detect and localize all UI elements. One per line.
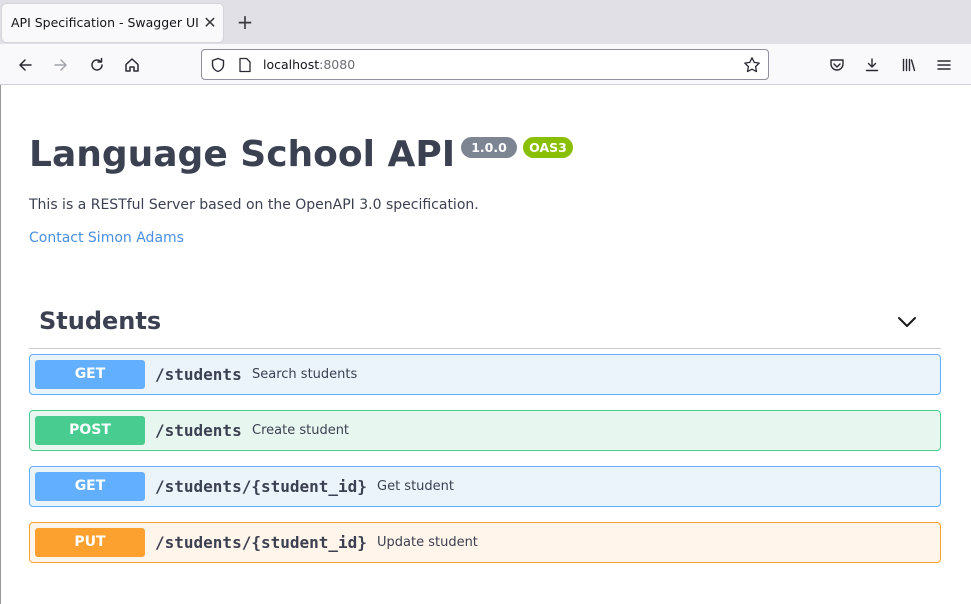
bookmark-star-icon[interactable] <box>743 56 761 78</box>
url-port: :8080 <box>319 57 356 72</box>
page-left-border <box>0 85 1 604</box>
back-arrow-icon[interactable] <box>13 53 37 77</box>
operation-path: /students <box>155 421 242 440</box>
operation-summary: Create student <box>252 423 350 438</box>
method-badge: PUT <box>35 528 145 557</box>
operation-summary: Update student <box>377 535 478 550</box>
api-title: Language School API <box>29 134 456 175</box>
chevron-down-icon[interactable] <box>895 312 919 332</box>
operation-path: /students/{student_id} <box>155 477 367 496</box>
operation-summary: Search students <box>252 367 358 382</box>
library-icon[interactable] <box>897 53 921 77</box>
api-description: This is a RESTful Server based on the Op… <box>29 197 479 213</box>
shield-icon[interactable] <box>210 57 226 77</box>
method-badge: GET <box>35 360 145 389</box>
tab-title: API Specification - Swagger UI <box>11 15 199 30</box>
operation-path: /students/{student_id} <box>155 533 367 552</box>
tag-name: Students <box>39 307 162 335</box>
browser-tab-bar: API Specification - Swagger UI ✕ + <box>0 0 971 44</box>
url-bar[interactable]: localhost:8080 <box>201 49 769 80</box>
url-text[interactable]: localhost:8080 <box>263 57 355 72</box>
pocket-icon[interactable] <box>825 53 849 77</box>
operation-path: /students <box>155 365 242 384</box>
reload-icon[interactable] <box>85 53 109 77</box>
browser-nav-bar: localhost:8080 <box>0 44 971 85</box>
operation-put-student[interactable]: PUT /students/{student_id} Update studen… <box>29 522 941 563</box>
download-icon[interactable] <box>860 53 884 77</box>
operation-summary: Get student <box>377 479 454 494</box>
page-icon <box>238 57 252 77</box>
method-badge: POST <box>35 416 145 445</box>
forward-arrow-icon[interactable] <box>49 53 73 77</box>
operation-get-students[interactable]: GET /students Search students <box>29 354 941 395</box>
method-badge: GET <box>35 472 145 501</box>
home-icon[interactable] <box>120 53 144 77</box>
oas-badge: OAS3 <box>523 137 573 158</box>
browser-tab[interactable]: API Specification - Swagger UI ✕ <box>2 4 223 42</box>
url-host: localhost <box>263 57 320 72</box>
contact-link[interactable]: Contact Simon Adams <box>29 230 184 246</box>
tab-close-icon[interactable]: ✕ <box>200 13 220 33</box>
operation-post-students[interactable]: POST /students Create student <box>29 410 941 451</box>
version-badge: 1.0.0 <box>461 137 517 158</box>
tag-section-header[interactable]: Students <box>29 300 941 349</box>
menu-icon[interactable] <box>932 53 956 77</box>
operation-get-student[interactable]: GET /students/{student_id} Get student <box>29 466 941 507</box>
new-tab-icon[interactable]: + <box>234 11 256 33</box>
